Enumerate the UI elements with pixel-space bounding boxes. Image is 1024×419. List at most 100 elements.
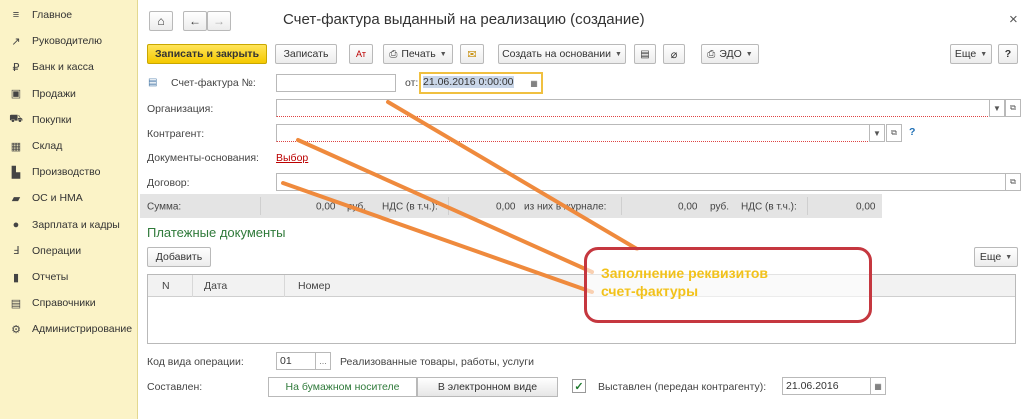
invoice-number-field[interactable] xyxy=(276,74,396,92)
sidebar-item-label: Отчеты xyxy=(32,271,69,283)
payments-table[interactable]: N Дата Номер xyxy=(147,274,1016,344)
sidebar-item[interactable]: ▦ Склад xyxy=(0,135,138,157)
add-payment-button[interactable]: Добавить xyxy=(147,247,211,267)
table-header: N Дата Номер xyxy=(148,275,1015,297)
truck-icon: ▰ xyxy=(11,192,21,205)
contract-field[interactable] xyxy=(276,173,1006,191)
issued-checkbox[interactable]: ✓ xyxy=(572,379,586,393)
column-number[interactable]: Номер xyxy=(298,280,330,292)
coin-icon: ₽ xyxy=(12,61,20,74)
date-value: 21.06.2016 0:00:00 xyxy=(423,76,514,88)
organization-dropdown-icon[interactable]: ▼ xyxy=(989,99,1005,117)
edo-button[interactable]: ⎙ ЭДО ▼ xyxy=(701,44,759,64)
column-divider xyxy=(284,275,285,297)
issued-date-field[interactable]: 21.06.2016 xyxy=(782,377,871,395)
create-based-label: Создать на основании xyxy=(502,48,611,60)
organization-label: Организация: xyxy=(147,103,214,115)
envelope-icon: ✉ xyxy=(467,48,477,61)
sidebar-item-label: Склад xyxy=(32,140,63,152)
chevron-down-icon: ▼ xyxy=(980,50,988,58)
sidebar-item[interactable]: ≡ Главное xyxy=(0,4,138,26)
save-and-close-label: Записать и закрыть xyxy=(154,48,260,60)
column-divider xyxy=(192,275,193,297)
date-label: от: xyxy=(405,77,419,89)
sidebar-item-label: ОС и НМА xyxy=(32,192,83,205)
menu-icon: ≡ xyxy=(12,9,20,21)
journal-label: из них в журнале: xyxy=(524,201,607,213)
sidebar-item-label: Банк и касса xyxy=(32,61,94,74)
sidebar-item[interactable]: ⚙ Администрирование xyxy=(0,318,138,340)
save-label: Записать xyxy=(283,48,329,60)
dt-kt-button[interactable]: Ат xyxy=(349,44,373,64)
sidebar-item[interactable]: ↗ Руководителю xyxy=(0,30,138,52)
column-date[interactable]: Дата xyxy=(204,280,227,292)
help-button[interactable]: ? xyxy=(998,44,1018,64)
sum-label: Сумма: xyxy=(147,201,182,213)
issued-calendar-icon[interactable]: ▦ xyxy=(870,377,886,395)
sidebar-item[interactable]: ▣ Продажи xyxy=(0,83,138,105)
sum-currency: руб. xyxy=(347,201,367,213)
base-documents-select-link[interactable]: Выбор xyxy=(276,152,308,164)
payments-more-button[interactable]: Еще ▼ xyxy=(974,247,1018,267)
more-label: Еще xyxy=(954,48,977,60)
document-icon: ▤ xyxy=(640,48,650,60)
sidebar-item[interactable]: ₽ Банк и касса xyxy=(0,56,138,78)
gear-icon: ⚙ xyxy=(11,323,21,336)
sidebar-item[interactable]: ● Зарплата и кадры xyxy=(0,214,138,236)
contract-label: Договор: xyxy=(147,177,190,189)
sidebar-item-label: Руководителю xyxy=(32,35,103,48)
sidebar-item[interactable]: ▙ Производство xyxy=(0,161,138,183)
vat-value: 0,00 xyxy=(496,201,516,213)
trend-icon: ↗ xyxy=(11,35,21,48)
payments-more-label: Еще xyxy=(979,251,1002,263)
paper-option[interactable]: На бумажном носителе xyxy=(268,377,417,397)
paperclip-icon: ⌀ xyxy=(670,48,678,61)
attach-button[interactable]: ⌀ xyxy=(663,44,685,64)
contract-open-icon[interactable]: ⧉ xyxy=(1005,173,1021,191)
vat-divider xyxy=(448,197,449,215)
chevron-down-icon: ▼ xyxy=(439,50,447,58)
back-button[interactable]: ← xyxy=(183,11,207,31)
sidebar-item-label: Зарплата и кадры xyxy=(32,218,120,231)
journal-vat-divider xyxy=(807,197,808,215)
chart-icon: ▮ xyxy=(12,271,20,284)
sidebar-item[interactable]: ▮ Отчеты xyxy=(0,266,138,288)
operation-code-field[interactable]: 01 xyxy=(276,352,316,370)
cart-icon: ⛟ xyxy=(9,112,23,125)
operation-code-select-icon[interactable]: … xyxy=(315,352,331,370)
contractor-field[interactable] xyxy=(276,124,870,142)
mail-button[interactable]: ✉ xyxy=(460,44,484,64)
sidebar-item[interactable]: ▰ ОС и НМА xyxy=(0,187,138,209)
document-button[interactable]: ▤ xyxy=(634,44,656,64)
contractor-help-link[interactable]: ? xyxy=(909,126,915,138)
print-button[interactable]: ⎙ Печать ▼ xyxy=(383,44,453,64)
date-field[interactable]: 21.06.2016 0:00:00 xyxy=(419,72,543,94)
sidebar-item[interactable]: ⛟ Покупки xyxy=(0,109,138,131)
sidebar-item[interactable]: Ⅎ Операции xyxy=(0,240,138,262)
more-button[interactable]: Еще ▼ xyxy=(950,44,992,64)
contractor-dropdown-icon[interactable]: ▼ xyxy=(869,124,885,142)
create-based-button[interactable]: Создать на основании ▼ xyxy=(498,44,626,64)
save-button[interactable]: Записать xyxy=(275,44,337,64)
invoice-number-label: Счет-фактура №: xyxy=(171,77,256,89)
invoice-icon: ▤ xyxy=(148,77,158,88)
operation-code-label: Код вида операции: xyxy=(147,356,244,368)
organization-field[interactable] xyxy=(276,99,990,117)
vat-label: НДС (в т.ч.): xyxy=(382,201,438,213)
bag-icon: ▣ xyxy=(10,88,22,101)
chevron-down-icon: ▼ xyxy=(1005,253,1013,261)
organization-open-icon[interactable]: ⧉ xyxy=(1005,99,1021,117)
sum-value: 0,00 xyxy=(316,201,336,213)
contractor-open-icon[interactable]: ⧉ xyxy=(886,124,902,142)
book-icon: ▤ xyxy=(10,297,22,310)
column-n[interactable]: N xyxy=(162,280,170,292)
forward-button[interactable]: → xyxy=(207,11,231,31)
home-button[interactable]: ⌂ xyxy=(149,11,173,31)
close-icon[interactable]: × xyxy=(1009,11,1018,28)
page-title: Счет-фактура выданный на реализацию (соз… xyxy=(283,11,645,28)
electronic-option[interactable]: В электронном виде xyxy=(417,377,558,397)
printer-icon: ⎙ xyxy=(389,48,398,60)
save-and-close-button[interactable]: Записать и закрыть xyxy=(147,44,267,64)
sidebar-item[interactable]: ▤ Справочники xyxy=(0,292,138,314)
calendar-icon[interactable]: ▦ xyxy=(526,74,542,92)
